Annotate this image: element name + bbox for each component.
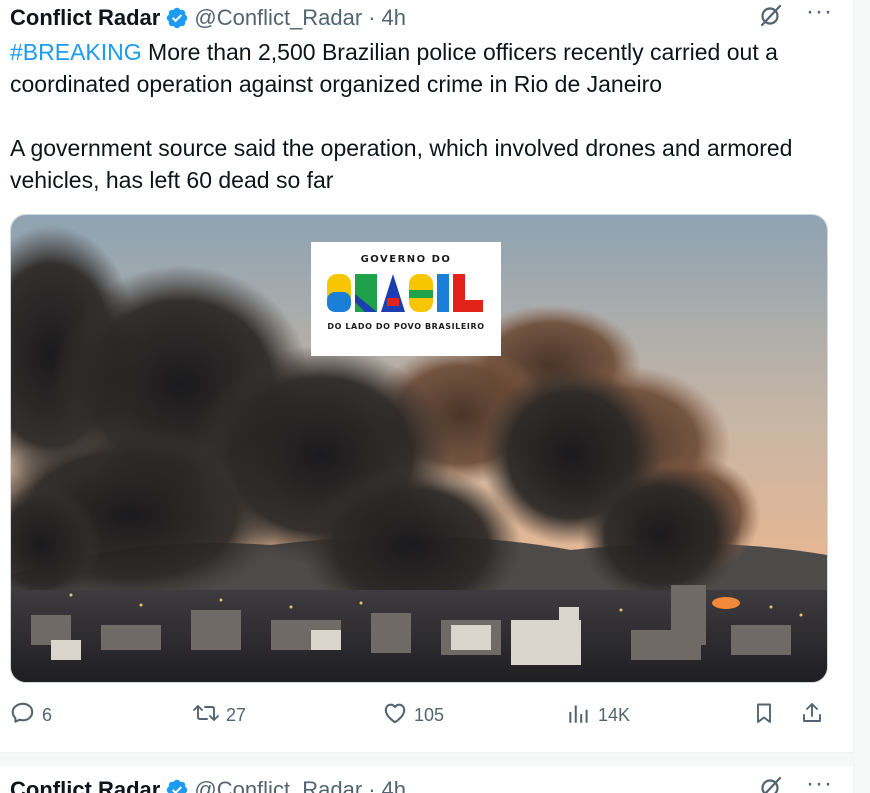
tweet-text: #BREAKING More than 2,500 Brazilian poli… (10, 36, 840, 196)
repost-button[interactable]: 27 (192, 700, 246, 731)
logo-brasil-wordmark (327, 274, 483, 312)
logo-top-text: GOVERNO DO (360, 254, 452, 265)
next-author-name[interactable]: Conflict Radar (10, 777, 160, 793)
views-count: 14K (598, 705, 631, 725)
repost-count: 27 (226, 705, 247, 725)
more-icon[interactable]: ··· (806, 772, 833, 793)
more-icon[interactable]: ··· (806, 0, 833, 24)
right-panel-edge (853, 0, 870, 793)
hashtag-link[interactable]: #BREAKING (10, 39, 142, 65)
author-name[interactable]: Conflict Radar (10, 5, 160, 31)
author-handle[interactable]: @Conflict_Radar (194, 5, 362, 31)
logo-bottom-text: DO LADO DO POVO BRASILEIRO (327, 322, 485, 331)
next-author-handle[interactable]: @Conflict_Radar (194, 777, 362, 793)
like-icon (382, 700, 408, 731)
bookmark-button[interactable] (752, 700, 776, 731)
header-actions: ··· (758, 0, 833, 28)
share-icon (800, 700, 824, 731)
tweet-header: Conflict Radar @Conflict_Radar · 4h (10, 2, 843, 34)
separator-dot: · (368, 777, 376, 793)
post-time[interactable]: 4h (382, 5, 406, 31)
repost-icon (192, 700, 220, 731)
timeline-divider (0, 752, 853, 767)
separator-dot: · (368, 5, 376, 30)
share-button[interactable] (800, 700, 824, 731)
verified-badge-icon (165, 6, 189, 30)
like-count: 105 (414, 705, 445, 725)
tweet[interactable]: Conflict Radar @Conflict_Radar · 4h ··· … (0, 0, 853, 752)
governo-do-brasil-logo: GOVERNO DO DO LADO DO POVO BRASILEIRO (311, 242, 501, 356)
bookmark-icon (752, 700, 776, 731)
next-tweet-header: Conflict Radar @Conflict_Radar · 4h (10, 774, 843, 793)
tweet-actions: 6 27 105 14K (10, 700, 840, 736)
verified-badge-icon (165, 778, 189, 793)
like-button[interactable]: 105 (382, 700, 444, 731)
views-icon (566, 700, 592, 731)
reply-icon (10, 700, 36, 731)
views-button[interactable]: 14K (566, 700, 630, 731)
reply-count: 6 (42, 705, 53, 725)
tweet-media-image[interactable]: GOVERNO DO DO LADO DO POVO BRASILEIRO (10, 214, 828, 683)
next-post-time[interactable]: 4h (382, 777, 406, 793)
grok-slash-icon[interactable] (758, 774, 784, 793)
tweet-text-para2: A government source said the operation, … (10, 135, 793, 193)
grok-slash-icon[interactable] (758, 2, 784, 28)
next-header-actions: ··· (758, 772, 833, 793)
reply-button[interactable]: 6 (10, 700, 52, 731)
next-tweet[interactable]: Conflict Radar @Conflict_Radar · 4h ··· (0, 766, 853, 793)
